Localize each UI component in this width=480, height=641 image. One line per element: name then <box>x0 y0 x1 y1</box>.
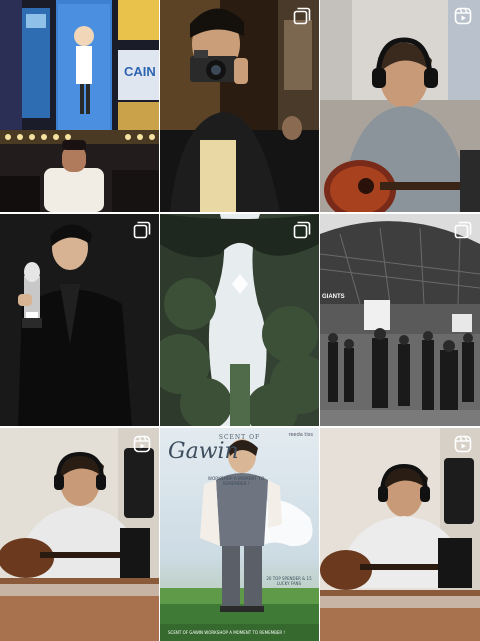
post-tile-3[interactable] <box>320 0 480 212</box>
post-tile-4[interactable] <box>0 214 159 426</box>
post-tile-6[interactable]: GIANTS <box>320 214 480 426</box>
post-tile-2[interactable] <box>160 0 319 212</box>
multi-image-icon <box>293 221 311 239</box>
reel-icon <box>133 435 151 453</box>
billboard-text: CAIN <box>124 64 156 79</box>
post-image <box>0 428 159 641</box>
post-tile-5[interactable] <box>160 214 319 426</box>
post-image <box>0 214 159 426</box>
multi-image-icon <box>454 221 472 239</box>
post-tile-1[interactable]: CAIN <box>0 0 159 212</box>
post-image <box>160 0 319 212</box>
stadium-sign-text: GIANTS <box>322 294 345 300</box>
post-image <box>320 428 480 641</box>
post-tile-7[interactable] <box>0 428 159 641</box>
post-image <box>0 0 159 212</box>
poster-title: Gawin <box>168 439 239 464</box>
poster-subtitle: WORKSHOP A MOMENT TO REMEMBER ! <box>207 476 265 486</box>
poster-top-spender: 20 TOP SPENDER & 15 LUCKY FANS <box>266 576 312 586</box>
post-image <box>320 0 480 212</box>
poster-footer: SCENT OF GAWIN WORKSHOP A MOMENT TO REME… <box>168 630 286 635</box>
reel-icon <box>454 435 472 453</box>
post-image <box>320 214 480 426</box>
multi-image-icon <box>293 7 311 25</box>
post-tile-9[interactable] <box>320 428 480 641</box>
reel-icon <box>454 7 472 25</box>
post-tile-8[interactable]: reeda tiss SCENT OF Gawin WORKSHOP A MOM… <box>160 428 319 641</box>
post-grid: CAIN GIANTS reeda tiss SCENT OF Gawin WO… <box>0 0 480 641</box>
multi-image-icon <box>133 221 151 239</box>
post-image <box>160 214 319 426</box>
